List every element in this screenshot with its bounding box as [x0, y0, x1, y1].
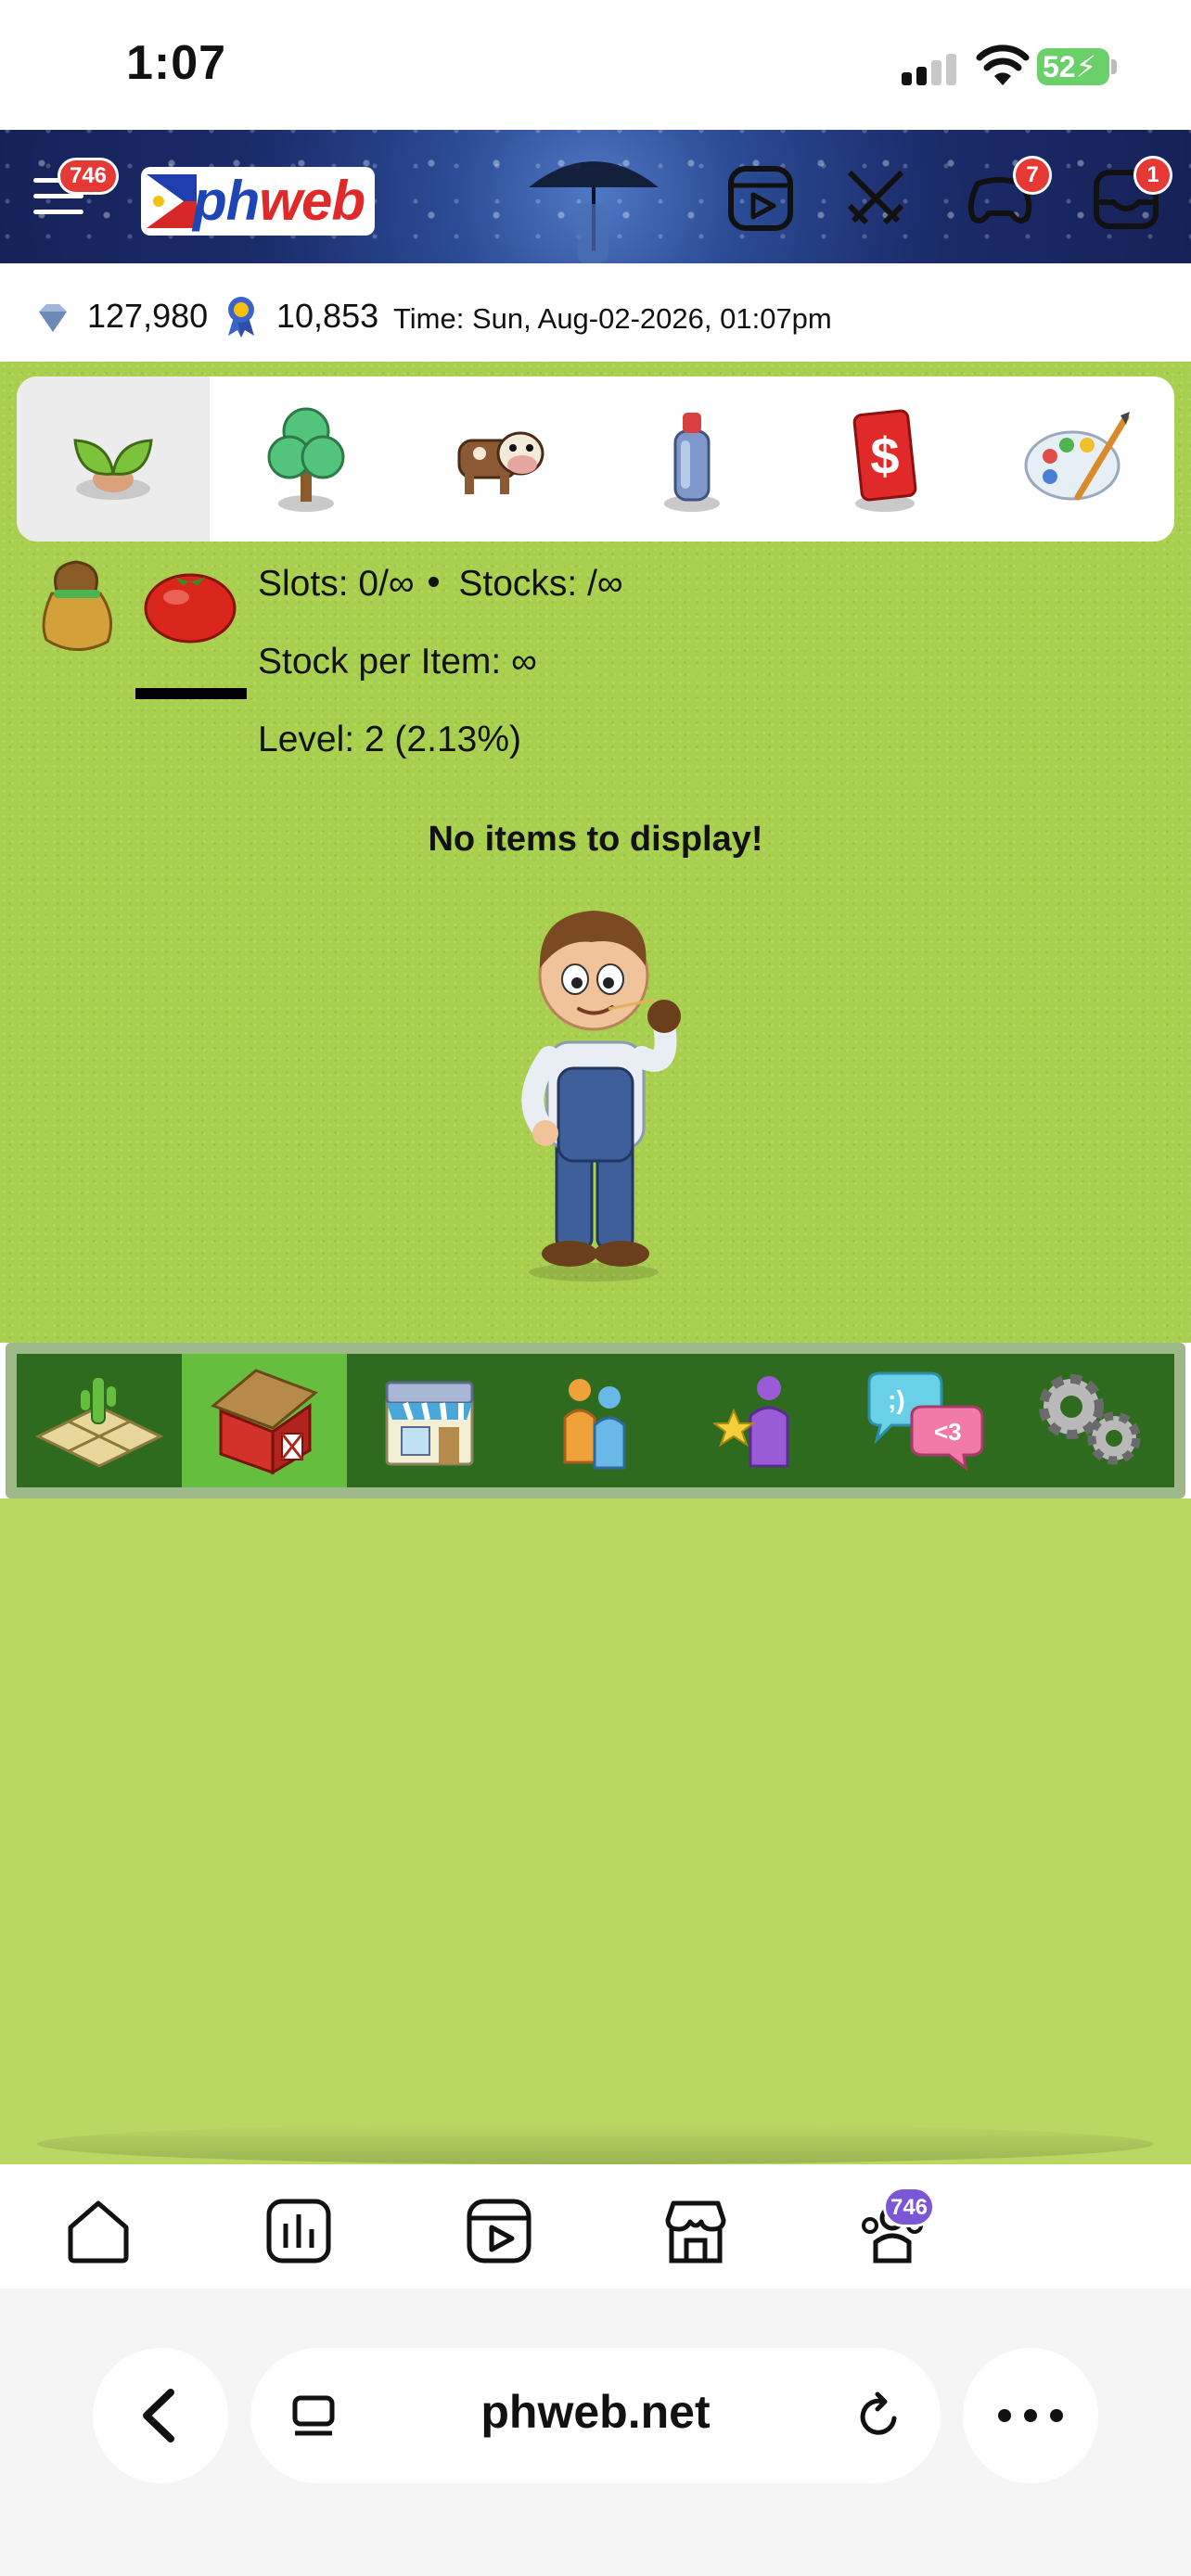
item-progress-bar: [135, 688, 247, 699]
logo-suffix: web: [259, 170, 365, 232]
favorite-person-icon: [713, 1376, 789, 1468]
url-text: phweb.net: [480, 2386, 711, 2438]
cellular-signal-icon: [902, 54, 959, 85]
nav-market[interactable]: [347, 1354, 512, 1487]
back-arrow-icon: [143, 2389, 174, 2442]
barn-icon: [211, 1369, 318, 1475]
battery-cap: [1111, 59, 1117, 74]
svg-text:<3: <3: [934, 1418, 962, 1446]
reels-icon[interactable]: [725, 163, 796, 234]
philippine-flag-icon: [147, 174, 197, 228]
shop-icon[interactable]: [660, 2196, 731, 2266]
nav-chat[interactable]: ;) <3: [842, 1354, 1007, 1487]
status-time: 1:07: [126, 36, 227, 90]
tab-cash[interactable]: $: [788, 376, 981, 542]
neighbors-icon: [563, 1379, 626, 1470]
site-header: 746 phweb 7 1: [0, 130, 1191, 263]
phweb-logo[interactable]: phweb: [141, 167, 375, 236]
battery-level: 52: [1043, 50, 1076, 83]
gems-count: 127,980: [87, 297, 209, 335]
gem-icon: [39, 304, 67, 332]
stocks-value: Stocks: /∞: [458, 564, 623, 604]
tab-tools[interactable]: [596, 376, 788, 542]
slots-value: Slots: 0/∞: [258, 564, 415, 604]
points-count: 10,853: [276, 297, 379, 335]
wifi-icon: [976, 45, 1030, 85]
game-area: $ Slots: 0/∞ Stocks: /∞ Stock per Item: …: [0, 362, 1191, 1343]
settings-gears-icon: [1039, 1374, 1141, 1465]
stock-per-item: Stock per Item: ∞: [258, 642, 537, 682]
server-time: Time: Sun, Aug-02-2026, 01:07pm: [393, 302, 832, 335]
lower-game-background: [0, 1498, 1191, 2164]
tree-icon: [267, 407, 345, 512]
nav-barn[interactable]: [182, 1354, 347, 1487]
separator-dot: [429, 577, 439, 587]
more-button[interactable]: [963, 2348, 1098, 2483]
gamepad-badge: 7: [1013, 156, 1052, 195]
empty-message: No items to display!: [428, 820, 763, 859]
reload-icon[interactable]: [853, 2391, 905, 2442]
status-bar: 1:07 52⚡: [0, 0, 1191, 130]
nav-settings[interactable]: [1007, 1354, 1172, 1487]
cow-icon: [457, 431, 544, 494]
video-icon[interactable]: [464, 2196, 534, 2266]
ribbon-award-icon: [228, 297, 254, 338]
logo-text: phweb: [193, 169, 365, 233]
back-button[interactable]: [93, 2348, 228, 2483]
community-badge: 746: [883, 2187, 935, 2227]
market-icon: [385, 1381, 474, 1466]
cash-icon: $: [852, 409, 917, 512]
tomato-icon[interactable]: [143, 564, 237, 644]
tab-trees[interactable]: [210, 376, 403, 542]
seed-bag-icon: [42, 560, 113, 651]
menu-notification-badge: 746: [58, 158, 119, 195]
tab-seeds[interactable]: [17, 376, 210, 542]
battery-indicator: 52⚡: [1037, 48, 1109, 85]
category-tabs: $: [17, 376, 1174, 542]
sprout-icon: [73, 439, 153, 500]
spray-can-icon: [664, 413, 720, 512]
logo-prefix: ph: [193, 170, 260, 232]
stats-icon[interactable]: [263, 2196, 334, 2266]
more-dots-icon: [998, 2409, 1063, 2422]
nav-neighbors[interactable]: [512, 1354, 677, 1487]
home-icon[interactable]: [63, 2196, 134, 2266]
farmer-character: [521, 911, 681, 1282]
game-nav: ;) <3: [6, 1343, 1185, 1498]
svg-text:$: $: [870, 427, 899, 485]
farm-plot-icon: [34, 1376, 164, 1468]
chat-icon: ;) <3: [867, 1371, 984, 1472]
palette-icon: [1024, 412, 1130, 501]
browser-tab-bar: [0, 2164, 1191, 2289]
lower-shadow: [37, 2123, 1154, 2164]
swords-icon[interactable]: [840, 163, 911, 234]
slots-text: Slots: 0/∞ Stocks: /∞: [258, 564, 623, 605]
tab-decorations[interactable]: [981, 376, 1174, 542]
nav-favorites[interactable]: [677, 1354, 842, 1487]
level-text: Level: 2 (2.13%): [258, 720, 521, 759]
nav-farm[interactable]: [17, 1354, 182, 1487]
umbrella-figure-icon: [529, 161, 659, 263]
inbox-badge: 1: [1133, 156, 1172, 195]
tab-animals[interactable]: [403, 376, 596, 542]
game-nav-bar: ;) <3: [17, 1354, 1174, 1487]
svg-text:;): ;): [888, 1385, 905, 1414]
